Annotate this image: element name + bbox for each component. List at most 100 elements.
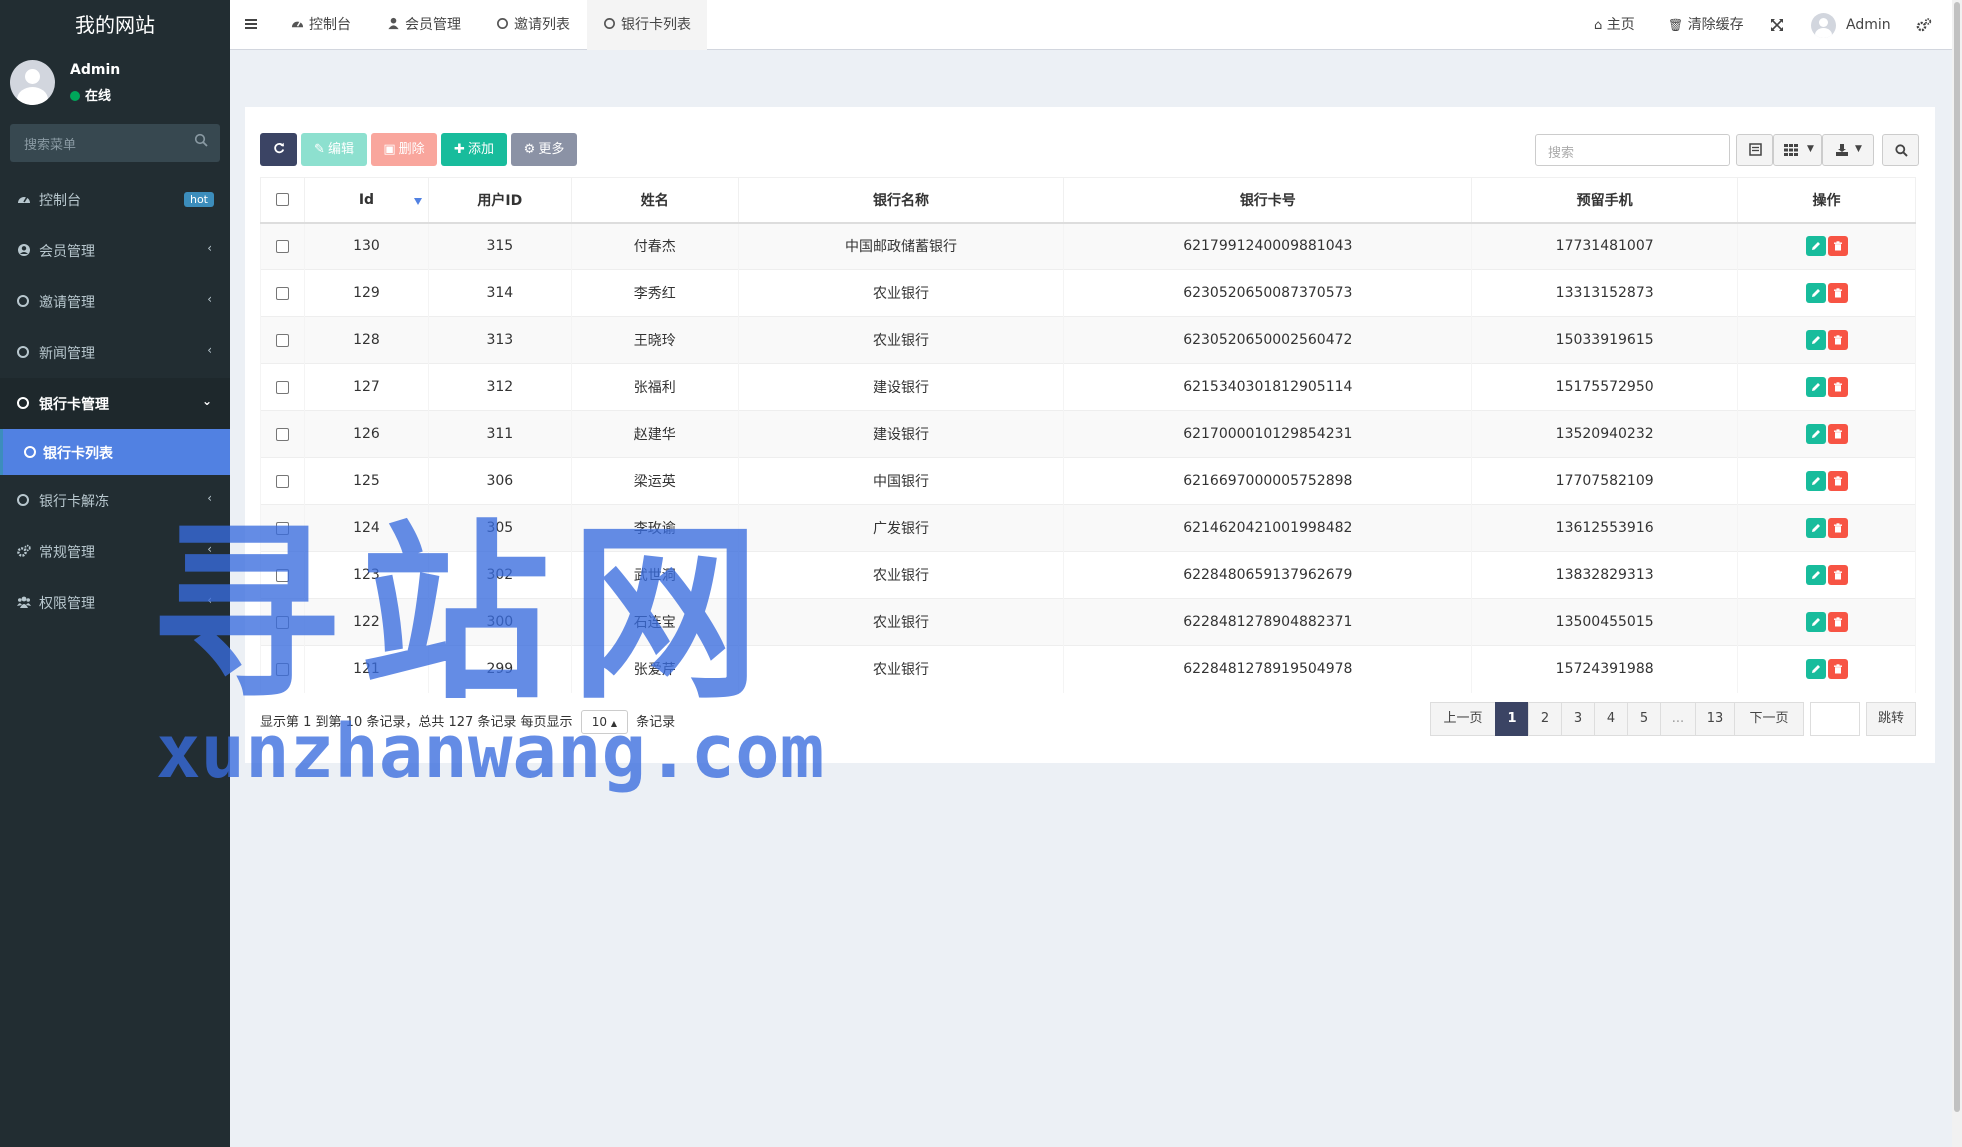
column-header-label: 操作 (1812, 192, 1841, 209)
edit-button[interactable]: ✎ 编辑 (301, 133, 367, 166)
sort-desc-icon (413, 198, 422, 205)
column-header-label: 姓名 (640, 192, 669, 209)
cell-bank-name: 建设银行 (737, 363, 1065, 411)
cell-id: 129 (303, 269, 429, 317)
row-delete-button[interactable] (1827, 377, 1848, 397)
sidebar-item-bankcard[interactable]: 银行卡管理 ⌄ (0, 378, 230, 429)
page-ellipsis: ... (1660, 702, 1696, 736)
user-panel: Admin 在线 (0, 50, 230, 110)
trash-icon (1833, 335, 1842, 345)
home-label: 主页 (1606, 17, 1635, 33)
row-delete-button[interactable] (1827, 471, 1848, 491)
toggle-view-button[interactable] (1736, 134, 1773, 166)
sidebar-item-dashboard[interactable]: 控制台 hot (0, 174, 230, 225)
jump-button[interactable]: 跳转 (1866, 702, 1916, 736)
page-button[interactable]: 4 (1594, 702, 1628, 736)
tab-dashboard[interactable]: 控制台 (275, 0, 367, 50)
tab-members[interactable]: 会员管理 (371, 0, 477, 50)
table-row[interactable]: 129 314 李秀红 农业银行 6230520650087370573 13313152… (260, 269, 1916, 317)
sidebar-item-bankcard-list[interactable]: 银行卡列表 (0, 429, 230, 475)
row-delete-button[interactable] (1827, 612, 1848, 632)
cogs-icon (17, 544, 31, 557)
row-delete-button[interactable] (1827, 236, 1848, 257)
next-page-button[interactable]: 下一页 (1734, 702, 1804, 736)
select-all-checkbox[interactable] (275, 193, 289, 207)
menu-toggle-icon[interactable] (244, 17, 258, 31)
page-button[interactable]: 2 (1528, 702, 1562, 736)
page-scrollbar[interactable] (1952, 0, 1962, 1147)
row-select-cell (260, 457, 305, 505)
navbar-user-name[interactable]: Admin (1846, 0, 1891, 50)
fullscreen-icon[interactable] (1770, 18, 1784, 32)
cell-bank-name: 广发银行 (737, 504, 1065, 552)
prev-page-button[interactable]: 上一页 (1430, 702, 1496, 736)
pencil-icon (1811, 665, 1820, 674)
sidebar-item-members[interactable]: 会员管理 ‹ (0, 225, 230, 276)
column-header-id[interactable]: Id (303, 177, 429, 224)
row-delete-button[interactable] (1827, 659, 1848, 680)
row-edit-button[interactable] (1805, 565, 1826, 585)
jump-page-input[interactable] (1810, 702, 1860, 736)
page-button[interactable]: 1 (1495, 702, 1529, 736)
row-checkbox[interactable] (275, 286, 289, 300)
add-button[interactable]: ✚ 添加 (441, 133, 507, 166)
tab-bankcard-list[interactable]: 银行卡列表 (587, 0, 707, 50)
row-edit-button[interactable] (1805, 283, 1826, 303)
row-checkbox[interactable] (275, 333, 289, 347)
row-edit-button[interactable] (1805, 471, 1826, 491)
add-button-label: 添加 (467, 142, 494, 157)
row-delete-button[interactable] (1827, 283, 1848, 303)
table-row[interactable]: 126 311 赵建华 建设银行 6217000010129854231 13520940… (260, 410, 1916, 458)
settings-gear-icon[interactable] (1916, 17, 1932, 33)
sidebar-item-news[interactable]: 新闻管理 ‹ (0, 327, 230, 378)
cell-phone: 13500455015 (1471, 598, 1739, 646)
table-row[interactable]: 127 312 张福利 建设银行 6215340301812905114 15175572… (260, 363, 1916, 411)
export-icon (1836, 144, 1848, 156)
table-row[interactable]: 128 313 王晓玲 农业银行 6230520650002560472 15033919… (260, 316, 1916, 364)
sidebar-item-invites[interactable]: 邀请管理 ‹ (0, 276, 230, 327)
row-delete-button[interactable] (1827, 330, 1848, 350)
trash-icon (1833, 241, 1842, 251)
row-edit-button[interactable] (1805, 236, 1826, 257)
table-search-input[interactable]: 搜索 (1535, 134, 1730, 166)
row-checkbox[interactable] (275, 474, 289, 488)
page-button[interactable]: 13 (1695, 702, 1735, 736)
row-checkbox[interactable] (275, 239, 289, 253)
search-icon[interactable] (194, 133, 208, 147)
sidebar-search-input[interactable]: 搜索菜单 (24, 134, 76, 153)
row-edit-button[interactable] (1805, 424, 1826, 444)
watermark-url: xunzhanwang.com (156, 709, 825, 795)
row-delete-button[interactable] (1827, 424, 1848, 444)
row-edit-button[interactable] (1805, 659, 1826, 680)
search-button[interactable] (1882, 134, 1919, 166)
site-logo[interactable]: 我的网站 (0, 0, 230, 50)
export-button[interactable]: ▼ (1822, 134, 1874, 166)
row-checkbox[interactable] (275, 427, 289, 441)
scrollbar-thumb[interactable] (1954, 2, 1960, 1112)
page-button[interactable]: 5 (1627, 702, 1661, 736)
dashboard-icon (291, 21, 304, 28)
refresh-button[interactable] (260, 133, 297, 166)
navbar-avatar[interactable] (1811, 13, 1836, 38)
row-delete-button[interactable] (1827, 518, 1848, 538)
cell-bank-name: 农业银行 (737, 269, 1065, 317)
cell-actions (1737, 316, 1916, 364)
home-link[interactable]: ⌂ 主页 (1594, 0, 1635, 50)
page-button[interactable]: 3 (1561, 702, 1595, 736)
row-checkbox[interactable] (275, 380, 289, 394)
row-edit-button[interactable] (1805, 330, 1826, 350)
row-edit-button[interactable] (1805, 377, 1826, 397)
table-row[interactable]: 130 315 付春杰 中国邮政储蓄银行 6217991240009881043 1773… (260, 222, 1916, 270)
more-button[interactable]: ⚙ 更多 (511, 133, 577, 166)
tab-invites[interactable]: 邀请列表 (480, 0, 586, 50)
columns-button[interactable]: ▼ (1773, 134, 1822, 166)
row-edit-button[interactable] (1805, 612, 1826, 632)
table-row[interactable]: 125 306 梁运英 中国银行 6216697000005752898 17707582… (260, 457, 1916, 505)
clear-cache-link[interactable]: 🗑 清除缓存 (1668, 0, 1744, 50)
sidebar-search[interactable]: 搜索菜单 (10, 124, 220, 162)
cell-card-number: 6230520650002560472 (1063, 316, 1473, 364)
row-edit-button[interactable] (1805, 518, 1826, 538)
row-delete-button[interactable] (1827, 565, 1848, 585)
delete-button[interactable]: ▣ 删除 (371, 133, 437, 166)
pencil-icon (1811, 242, 1820, 251)
